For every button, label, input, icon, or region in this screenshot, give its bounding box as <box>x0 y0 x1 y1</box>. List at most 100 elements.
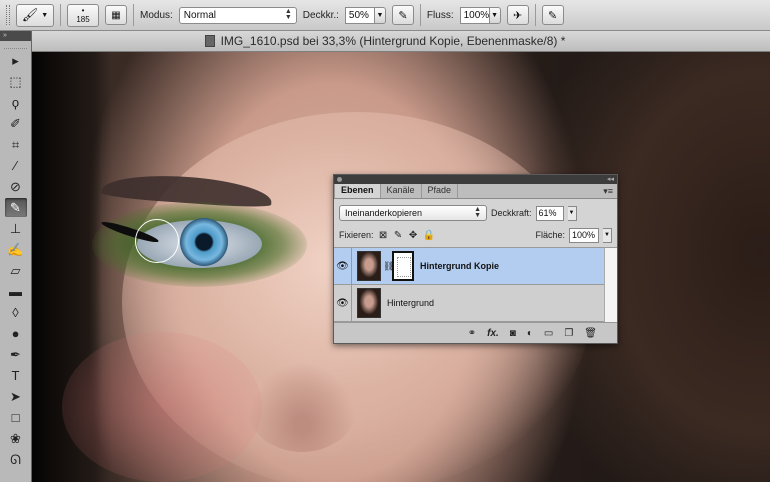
rectangle-icon[interactable]: □ <box>5 408 27 427</box>
tool-preset-picker[interactable]: 🖌 ▼ <box>16 3 54 27</box>
cheek <box>62 332 262 482</box>
document-icon <box>204 35 215 47</box>
brush-panel-icon: ▦ <box>111 9 121 21</box>
flow-control: 100% ▼ <box>459 6 501 24</box>
3d-orbit-icon[interactable]: ᘏ <box>5 450 27 469</box>
blend-mode-select[interactable]: Ineinanderkopieren ▲ ▼ <box>339 205 487 221</box>
options-bar: 🖌 ▼ • 185 ▦ Modus: Normal ▲ ▼ Deckkr.: 50… <box>0 0 770 31</box>
brush-tip-icon: • <box>81 6 85 15</box>
tools-grip[interactable] <box>4 41 27 49</box>
healing-brush-icon[interactable]: ⊘ <box>5 177 27 196</box>
layer-thumbnail[interactable] <box>357 251 381 281</box>
separator <box>60 4 61 26</box>
pressure-opacity-button[interactable]: ✎ <box>391 5 414 25</box>
layers-panel-footer: ⚭ fx. ◙ ◐ ▭ ❐ 🗑 <box>334 322 617 343</box>
layer-name[interactable]: Hintergrund Kopie <box>420 261 499 271</box>
separator <box>133 4 134 26</box>
history-brush-icon[interactable]: ✍ <box>5 240 27 259</box>
blur-icon[interactable]: ◊ <box>5 303 27 322</box>
toolbar-grip[interactable] <box>6 5 10 25</box>
lock-all-icon[interactable]: 🔒 <box>423 230 435 241</box>
tab-kanaele[interactable]: Kanäle <box>381 184 422 198</box>
iris <box>180 218 228 266</box>
layer-list: 👁 ⛓ Hintergrund Kopie 👁 Hintergrund <box>334 247 604 322</box>
layer-name[interactable]: Hintergrund <box>387 298 434 308</box>
clone-stamp-icon[interactable]: ⊥ <box>5 219 27 238</box>
group-folder-icon[interactable]: ▭ <box>544 328 553 339</box>
3d-rotate-icon[interactable]: ❀ <box>5 429 27 448</box>
marquee-tool-icon[interactable]: ⬚ <box>5 72 27 91</box>
flow-slider-toggle[interactable]: ▼ <box>489 6 501 24</box>
updown-arrows-icon: ▲ ▼ <box>284 8 292 21</box>
layer-opacity-slider-toggle[interactable]: ▼ <box>567 205 577 221</box>
fill-label: Fläche: <box>535 230 565 240</box>
mask-icon[interactable]: ◙ <box>510 328 516 339</box>
adjustment-icon[interactable]: ◐ <box>527 328 533 339</box>
visibility-eye-icon[interactable]: 👁 <box>334 284 352 322</box>
updown-arrows-icon: ▲ ▼ <box>474 206 481 219</box>
layer-row-hintergrund[interactable]: 👁 Hintergrund <box>334 284 604 322</box>
document-title-bar[interactable]: IMG_1610.psd bei 33,3% (Hintergrund Kopi… <box>0 31 770 52</box>
pressure-size-button[interactable]: ✎ <box>541 5 564 25</box>
pen-pressure-icon: ✎ <box>398 9 408 22</box>
blend-mode-value: Ineinanderkopieren <box>345 208 423 218</box>
mode-select[interactable]: Normal ▲ ▼ <box>178 6 297 24</box>
link-icon[interactable]: ⚭ <box>468 328 476 339</box>
tab-ebenen[interactable]: Ebenen <box>334 184 381 198</box>
tools-panel-collapse[interactable]: » <box>0 31 31 41</box>
pen-icon[interactable]: ✒ <box>5 345 27 364</box>
brush-size: 185 <box>76 15 90 24</box>
eyedropper-icon[interactable]: ⁄ <box>5 156 27 175</box>
opacity-slider-toggle[interactable]: ▼ <box>374 6 386 24</box>
dodge-icon[interactable]: ● <box>5 324 27 343</box>
tab-pfade[interactable]: Pfade <box>422 184 459 198</box>
flow-input[interactable]: 100% <box>459 6 490 24</box>
nose <box>247 362 357 452</box>
fill-slider-toggle[interactable]: ▼ <box>603 227 612 243</box>
brush-panel-toggle[interactable]: ▦ <box>105 5 127 25</box>
separator <box>534 4 536 26</box>
quick-selection-icon[interactable]: ✐ <box>5 114 27 133</box>
move-tool-icon[interactable]: ▸ <box>5 51 27 70</box>
close-icon[interactable] <box>337 177 342 182</box>
airbrush-icon: ✈ <box>512 9 523 22</box>
layer-row-hintergrund-kopie[interactable]: 👁 ⛓ Hintergrund Kopie <box>334 247 604 285</box>
separator <box>419 4 421 26</box>
lasso-tool-icon[interactable]: ϙ <box>5 93 27 112</box>
visibility-eye-icon[interactable]: 👁 <box>334 247 352 285</box>
path-selection-icon[interactable]: ➤ <box>5 387 27 406</box>
crop-tool-icon[interactable]: ⌗ <box>5 135 27 154</box>
layer-opacity-input[interactable]: 61% <box>535 205 564 221</box>
panel-menu-icon[interactable]: ▾≡ <box>603 186 613 197</box>
eraser-icon[interactable]: ▱ <box>5 261 27 280</box>
gradient-icon[interactable]: ▬ <box>5 282 27 301</box>
layer-opacity-label: Deckkraft: <box>491 208 532 218</box>
type-icon[interactable]: T <box>5 366 27 385</box>
layer-mask-thumbnail[interactable] <box>392 251 414 281</box>
collapse-icon[interactable]: ◂◂ <box>607 176 614 183</box>
tools-panel: » ▸ ⬚ ϙ ✐ ⌗ ⁄ ⊘ ✎ ⊥ ✍ ▱ ▬ ◊ ● ✒ T ➤ □ ❀ … <box>0 31 32 482</box>
layers-panel-titlebar[interactable]: ◂◂ <box>334 175 617 184</box>
lock-transparency-icon[interactable]: ⊠ <box>378 230 389 241</box>
mode-value: Normal <box>183 9 217 21</box>
lock-position-icon[interactable]: ✥ <box>408 230 419 241</box>
mask-link-icon[interactable]: ⛓ <box>383 261 394 272</box>
mode-label: Modus: <box>140 9 173 21</box>
pen-pressure-size-icon: ✎ <box>547 9 558 22</box>
brush-preset-picker[interactable]: • 185 <box>67 3 99 27</box>
brush-icon: 🖌 <box>21 7 39 22</box>
layer-list-scrollbar[interactable] <box>604 247 617 322</box>
new-layer-icon[interactable]: ❐ <box>564 328 573 339</box>
blend-row: Ineinanderkopieren ▲ ▼ Deckkraft: 61% ▼ <box>334 202 617 224</box>
airbrush-button[interactable]: ✈ <box>506 5 529 25</box>
fx-icon[interactable]: fx. <box>487 328 499 339</box>
trash-icon[interactable]: 🗑 <box>584 328 597 339</box>
brush-tool-icon[interactable]: ✎ <box>4 198 27 217</box>
fill-input[interactable]: 100% <box>569 227 599 243</box>
layer-thumbnail[interactable] <box>357 288 381 318</box>
flow-label: Fluss: <box>426 9 454 21</box>
document-title: IMG_1610.psd bei 33,3% (Hintergrund Kopi… <box>220 34 566 48</box>
opacity-input[interactable]: 50% <box>344 6 375 24</box>
lock-pixels-icon[interactable]: ✎ <box>393 230 404 241</box>
lock-label: Fixieren: <box>339 230 374 240</box>
